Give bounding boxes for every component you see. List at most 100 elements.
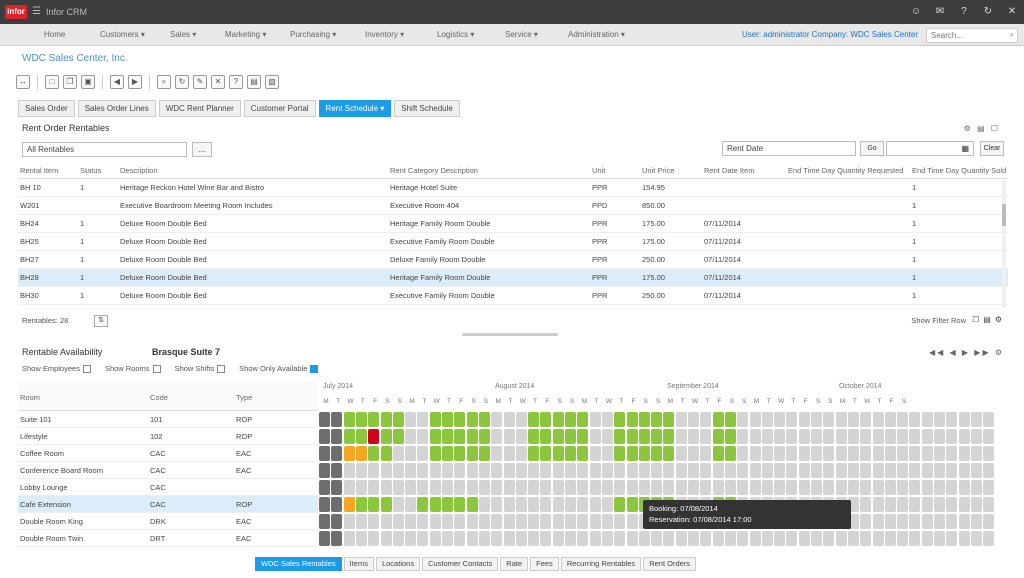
availability-cell[interactable]	[601, 463, 613, 478]
availability-cell[interactable]	[675, 446, 687, 461]
availability-cell[interactable]	[786, 412, 798, 427]
availability-cell[interactable]	[614, 497, 626, 512]
resource-row[interactable]: Coffee Room CAC EAC	[18, 445, 318, 462]
availability-cell[interactable]	[700, 463, 712, 478]
tab-sales-order-lines[interactable]: Sales Order Lines	[77, 100, 156, 117]
availability-cell[interactable]	[528, 514, 540, 529]
availability-cell[interactable]	[675, 480, 687, 495]
availability-cell[interactable]	[860, 531, 872, 546]
availability-cell[interactable]	[343, 497, 355, 512]
availability-cell[interactable]	[847, 412, 859, 427]
resource-row[interactable]: Double Room Twin DRT EAC	[18, 530, 318, 547]
availability-cell[interactable]	[417, 429, 429, 444]
availability-cell[interactable]	[405, 429, 417, 444]
bottom-tab[interactable]: WDC Sales Rentables	[255, 557, 342, 571]
availability-cell[interactable]	[897, 480, 909, 495]
option-checkbox[interactable]: Show Only Available	[239, 364, 319, 373]
availability-cell[interactable]	[724, 531, 736, 546]
availability-cell[interactable]	[737, 463, 749, 478]
checkbox-icon[interactable]	[310, 364, 319, 373]
attach-icon[interactable]: ✎	[193, 75, 207, 89]
availability-cell[interactable]	[343, 429, 355, 444]
availability-cell[interactable]	[811, 429, 822, 444]
availability-cell[interactable]	[343, 514, 355, 529]
availability-cell[interactable]	[860, 514, 872, 529]
availability-cell[interactable]	[355, 531, 367, 546]
availability-cell[interactable]	[860, 446, 872, 461]
resource-row[interactable]: Suite 101 101 ROP	[18, 411, 318, 428]
availability-cell[interactable]	[847, 463, 859, 478]
availability-cell[interactable]	[380, 429, 392, 444]
availability-cell[interactable]	[528, 480, 540, 495]
availability-cell[interactable]	[835, 480, 847, 495]
availability-cell[interactable]	[552, 446, 564, 461]
availability-cell[interactable]	[503, 531, 515, 546]
availability-cell[interactable]	[380, 412, 392, 427]
availability-cell[interactable]	[761, 463, 773, 478]
availability-cell[interactable]	[688, 480, 699, 495]
availability-cell[interactable]	[589, 497, 601, 512]
availability-cell[interactable]	[872, 531, 884, 546]
availability-cell[interactable]	[958, 514, 970, 529]
user-company-link[interactable]: User: administrator Company: WDC Sales C…	[742, 30, 918, 39]
availability-cell[interactable]	[380, 531, 392, 546]
availability-cell[interactable]	[429, 531, 441, 546]
menu-item[interactable]: Marketing ▾	[225, 30, 266, 39]
availability-cell[interactable]	[638, 480, 650, 495]
date-value-input[interactable]: ▦	[886, 141, 974, 156]
availability-cell[interactable]	[946, 497, 958, 512]
availability-cell[interactable]	[577, 446, 589, 461]
availability-cell[interactable]	[934, 514, 945, 529]
availability-cell[interactable]	[466, 446, 478, 461]
resource-row[interactable]: Cafe Extension CAC ROP	[18, 496, 318, 513]
availability-cell[interactable]	[515, 480, 527, 495]
availability-cell[interactable]	[774, 429, 786, 444]
checkbox-icon[interactable]	[217, 364, 226, 373]
availability-cell[interactable]	[823, 531, 835, 546]
availability-cell[interactable]	[724, 412, 736, 427]
filter-browse-button[interactable]: ...	[192, 142, 212, 157]
availability-cell[interactable]	[540, 497, 552, 512]
availability-cell[interactable]	[429, 412, 441, 427]
availability-cell[interactable]	[380, 446, 392, 461]
availability-cell[interactable]	[528, 412, 540, 427]
availability-cell[interactable]	[601, 514, 613, 529]
availability-cell[interactable]	[380, 463, 392, 478]
availability-cell[interactable]	[319, 463, 330, 478]
availability-cell[interactable]	[823, 429, 835, 444]
availability-cell[interactable]	[946, 446, 958, 461]
scroll-thumb[interactable]	[1002, 204, 1006, 226]
availability-cell[interactable]	[417, 531, 429, 546]
availability-cell[interactable]	[454, 412, 466, 427]
availability-cell[interactable]	[872, 514, 884, 529]
availability-cell[interactable]	[429, 514, 441, 529]
availability-cell[interactable]	[478, 531, 490, 546]
availability-cell[interactable]	[392, 514, 404, 529]
column-header[interactable]: Unit	[592, 166, 605, 175]
column-header[interactable]: End Time Day Quantity Requested	[788, 166, 903, 175]
availability-cell[interactable]	[478, 429, 490, 444]
availability-cell[interactable]	[319, 412, 330, 427]
availability-cell[interactable]	[970, 412, 982, 427]
availability-cell[interactable]	[577, 480, 589, 495]
availability-cell[interactable]	[897, 429, 909, 444]
availability-cell[interactable]	[355, 446, 367, 461]
column-header[interactable]: Rent Date Item	[704, 166, 754, 175]
bottom-tab[interactable]: Rent Orders	[643, 557, 697, 571]
availability-cell[interactable]	[724, 480, 736, 495]
availability-cell[interactable]	[712, 480, 724, 495]
menu-item[interactable]: Administration ▾	[568, 30, 625, 39]
availability-cell[interactable]	[405, 480, 417, 495]
availability-cell[interactable]	[343, 463, 355, 478]
availability-cell[interactable]	[589, 480, 601, 495]
availability-cell[interactable]	[872, 480, 884, 495]
bottom-tab[interactable]: Customer Contacts	[422, 557, 499, 571]
availability-cell[interactable]	[368, 514, 380, 529]
availability-cell[interactable]	[355, 480, 367, 495]
availability-cell[interactable]	[601, 497, 613, 512]
user-icon[interactable]: ☺	[910, 5, 922, 18]
availability-cell[interactable]	[934, 531, 945, 546]
availability-cell[interactable]	[921, 514, 933, 529]
availability-cell[interactable]	[528, 497, 540, 512]
column-header[interactable]: Rental Item	[20, 166, 58, 175]
